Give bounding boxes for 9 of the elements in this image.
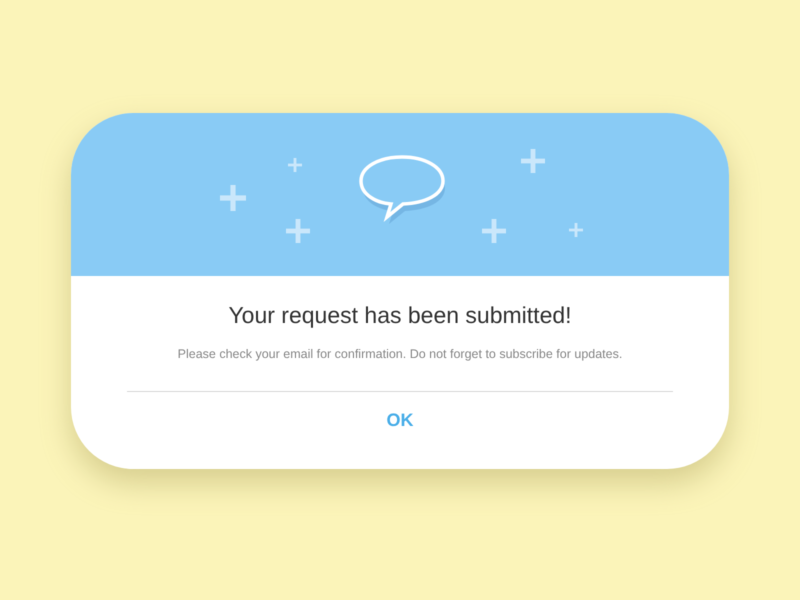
plus-icon xyxy=(569,223,583,237)
ok-button[interactable]: OK xyxy=(370,406,430,435)
plus-icon xyxy=(286,219,310,243)
plus-icon xyxy=(521,149,545,173)
dialog-title: Your request has been submitted! xyxy=(228,302,572,329)
dialog-message: Please check your email for confirmation. Do not forget to subscribe for updates. xyxy=(178,347,622,361)
plus-icon xyxy=(220,185,246,211)
plus-icon xyxy=(288,158,302,172)
plus-icon xyxy=(482,219,506,243)
